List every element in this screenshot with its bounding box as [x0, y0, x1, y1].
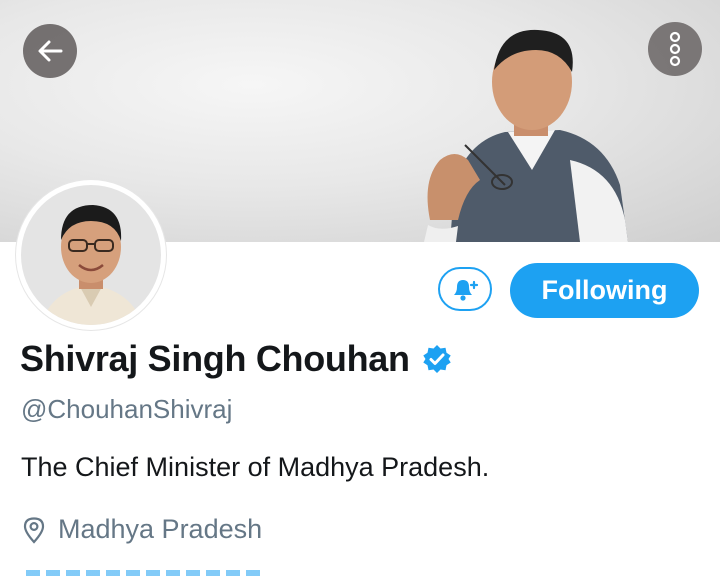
location-pin-icon — [22, 516, 46, 544]
avatar[interactable] — [16, 180, 166, 330]
back-button[interactable] — [23, 24, 77, 78]
banner-photo — [424, 29, 628, 242]
display-name: Shivraj Singh Chouhan — [20, 338, 410, 379]
more-vertical-icon — [669, 31, 681, 67]
following-button[interactable]: Following — [510, 263, 699, 318]
arrow-left-icon — [38, 40, 63, 62]
location-text: Madhya Pradesh — [58, 514, 263, 544]
notifications-button[interactable] — [438, 267, 492, 311]
profile-handle: @ChouhanShivraj — [21, 394, 233, 424]
profile-name-row: Shivraj Singh Chouhan — [20, 332, 452, 386]
verified-badge-icon — [422, 344, 452, 374]
avatar-photo — [21, 185, 161, 325]
bell-plus-icon — [454, 280, 479, 301]
profile-bio: The Chief Minister of Madhya Pradesh. — [21, 452, 490, 482]
profile-link-partial[interactable] — [26, 570, 266, 576]
more-options-button[interactable] — [648, 22, 702, 76]
profile-location: Madhya Pradesh — [22, 514, 262, 545]
